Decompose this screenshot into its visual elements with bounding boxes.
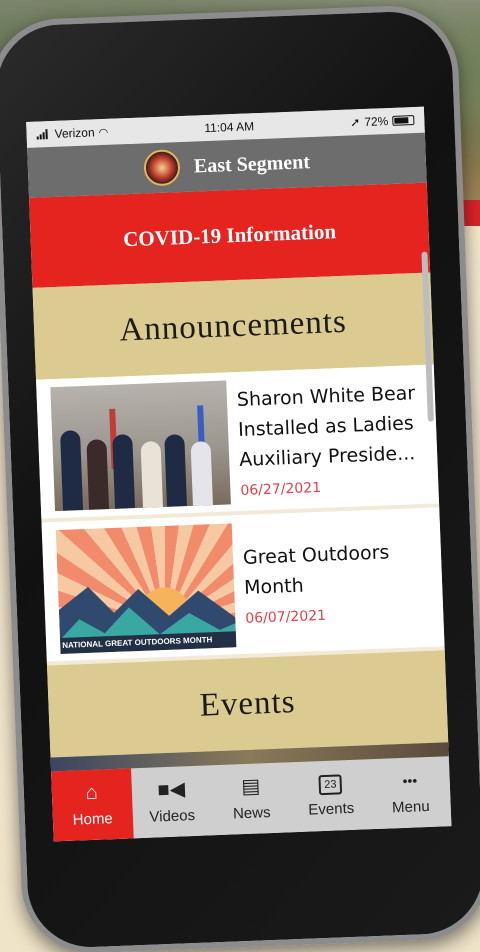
video-camera-icon: ■◀	[157, 777, 186, 801]
more-icon: •••	[402, 771, 418, 789]
announcement-title: Sharon White Bear Installed as Ladies Au…	[236, 381, 416, 471]
tab-news-label: News	[232, 803, 271, 823]
announcement-date: 06/27/2021	[240, 479, 322, 499]
announcement-date: 06/07/2021	[245, 607, 327, 627]
tab-events[interactable]: 23 Events	[290, 759, 372, 832]
events-heading: Events	[46, 650, 449, 758]
wifi-icon: ◠	[98, 126, 109, 139]
announcement-photo	[50, 379, 231, 511]
newspaper-icon: ▤	[240, 774, 261, 798]
location-icon: ➚	[349, 115, 361, 130]
status-left: Verizon ◠	[36, 125, 108, 142]
tab-menu-label: Menu	[391, 797, 430, 816]
header-title: East Segment	[193, 150, 311, 178]
mountains-graphic	[58, 586, 236, 640]
home-icon: ⌂	[85, 781, 99, 804]
covid-info-label: COVID-19 Information	[122, 218, 337, 251]
bottom-tab-bar: ⌂ Home ■◀ Videos ▤ News 23 Events ••• Me…	[51, 756, 452, 842]
announcement-info: Great Outdoors Month 06/07/2021	[242, 535, 435, 627]
announcement-image: NATIONAL GREAT OUTDOORS MONTH	[55, 522, 237, 654]
tab-news[interactable]: ▤ News	[210, 762, 292, 835]
tab-home-label: Home	[72, 809, 114, 829]
phone-frame: Verizon ◠ 11:04 AM ➚ 72% East Segment CO…	[0, 3, 480, 952]
announcement-info: Sharon White Bear Installed as Ladies Au…	[236, 377, 430, 499]
events-heading-label: Events	[199, 683, 297, 724]
tab-videos-label: Videos	[149, 806, 196, 826]
battery-icon	[392, 115, 415, 126]
segment-logo	[143, 149, 181, 187]
announcement-title: Great Outdoors Month	[242, 540, 390, 599]
announcements-heading-label: Announcements	[118, 303, 348, 349]
tab-events-label: Events	[308, 799, 355, 819]
tab-videos[interactable]: ■◀ Videos	[131, 765, 213, 838]
tab-menu[interactable]: ••• Menu	[369, 756, 451, 829]
status-right: ➚ 72%	[350, 113, 415, 129]
phone-screen: Verizon ◠ 11:04 AM ➚ 72% East Segment CO…	[26, 106, 452, 842]
covid-info-button[interactable]: COVID-19 Information	[29, 182, 431, 288]
signal-icon	[36, 129, 50, 140]
announcements-heading: Announcements	[32, 272, 434, 380]
status-time: 11:04 AM	[204, 119, 255, 136]
announcement-item[interactable]: Sharon White Bear Installed as Ladies Au…	[36, 364, 440, 523]
announcement-item[interactable]: NATIONAL GREAT OUTDOORS MONTH Great Outd…	[41, 507, 445, 666]
calendar-icon: 23	[318, 773, 342, 795]
tab-home[interactable]: ⌂ Home	[51, 768, 134, 842]
carrier-label: Verizon	[54, 125, 95, 141]
battery-percent: 72%	[364, 114, 389, 129]
